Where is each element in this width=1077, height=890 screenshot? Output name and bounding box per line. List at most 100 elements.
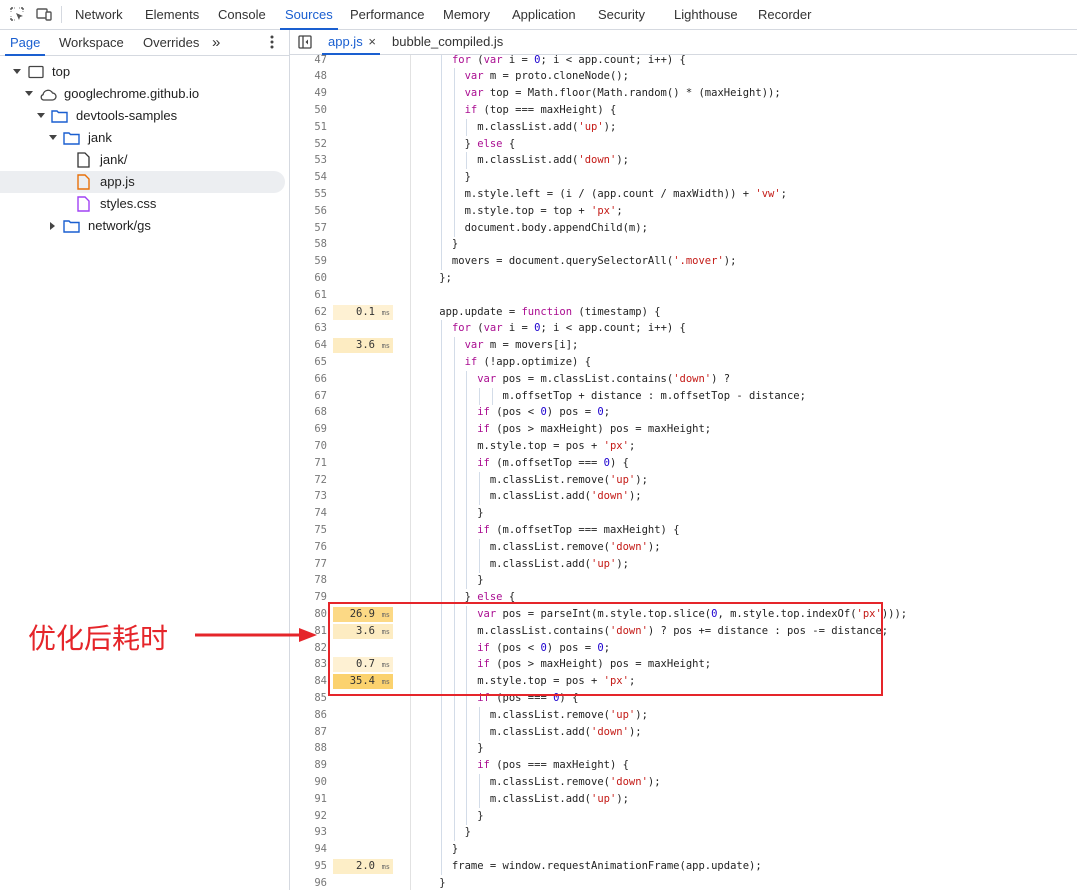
code-line[interactable]: 63 for (var i = 0; i < app.count; i++) { — [290, 320, 1077, 338]
code-line[interactable]: 48 var m = proto.cloneNode(); — [290, 68, 1077, 86]
code-line[interactable]: 62 0.1 ms app.update = function (timestamp… — [290, 304, 1077, 321]
line-number[interactable]: 63 — [290, 320, 327, 337]
code-line[interactable]: 92 } — [290, 807, 1077, 825]
close-tab-icon[interactable]: × — [368, 34, 376, 49]
line-number[interactable]: 67 — [290, 388, 327, 405]
line-number[interactable]: 68 — [290, 404, 327, 421]
code-line[interactable]: 71 if (m.offsetTop === 0) { — [290, 454, 1077, 472]
code-line[interactable]: 68 if (pos < 0) pos = 0; — [290, 404, 1077, 422]
line-number[interactable]: 89 — [290, 757, 327, 774]
line-number[interactable]: 79 — [290, 589, 327, 606]
expand-arrow-icon[interactable] — [13, 69, 21, 74]
toggle-navigator-icon[interactable] — [298, 30, 312, 54]
tab-memory[interactable]: Memory — [443, 0, 490, 29]
tree-item-file[interactable]: styles.css — [0, 193, 285, 215]
tab-application[interactable]: Application — [512, 0, 576, 29]
code-line[interactable]: 87 m.classList.add('down'); — [290, 723, 1077, 741]
code-line[interactable]: 88 } — [290, 740, 1077, 758]
line-number[interactable]: 91 — [290, 791, 327, 808]
code-line[interactable]: 64 3.6 ms var m = movers[i]; — [290, 337, 1077, 355]
code-line[interactable]: 49 var top = Math.floor(Math.random() * … — [290, 85, 1077, 103]
code-line[interactable]: 78 } — [290, 572, 1077, 590]
tab-elements[interactable]: Elements — [145, 0, 199, 29]
line-number[interactable]: 78 — [290, 572, 327, 589]
line-number[interactable]: 96 — [290, 875, 327, 890]
tab-console[interactable]: Console — [218, 0, 266, 29]
tab-overrides[interactable]: Overrides — [143, 30, 199, 55]
line-number[interactable]: 49 — [290, 85, 327, 102]
line-number[interactable]: 70 — [290, 438, 327, 455]
tab-performance[interactable]: Performance — [350, 0, 424, 29]
tab-network[interactable]: Network — [75, 0, 123, 29]
code-line[interactable]: 55 m.style.left = (i / (app.count / maxW… — [290, 185, 1077, 203]
line-number[interactable]: 76 — [290, 539, 327, 556]
code-line[interactable]: 59 movers = document.querySelectorAll('.… — [290, 253, 1077, 271]
code-line[interactable]: 50 if (top === maxHeight) { — [290, 101, 1077, 119]
tab-recorder[interactable]: Recorder — [758, 0, 811, 29]
line-number[interactable]: 58 — [290, 236, 327, 253]
line-number[interactable]: 48 — [290, 68, 327, 85]
line-number[interactable]: 72 — [290, 472, 327, 489]
tab-lighthouse[interactable]: Lighthouse — [674, 0, 738, 29]
code-line[interactable]: 52 } else { — [290, 135, 1077, 153]
tree-item-folder[interactable]: devtools-samples — [0, 105, 285, 127]
more-tabs-icon[interactable]: » — [212, 30, 220, 55]
collapse-arrow-icon[interactable] — [50, 222, 55, 230]
line-number[interactable]: 51 — [290, 119, 327, 136]
line-number[interactable]: 52 — [290, 136, 327, 153]
code-line[interactable]: 89 if (pos === maxHeight) { — [290, 757, 1077, 775]
line-number[interactable]: 61 — [290, 287, 327, 304]
code-line[interactable]: 54 } — [290, 169, 1077, 187]
tree-item-domain[interactable]: googlechrome.github.io — [0, 83, 285, 105]
line-number[interactable]: 54 — [290, 169, 327, 186]
code-line[interactable]: 93 } — [290, 824, 1077, 842]
line-number[interactable]: 83 — [290, 656, 327, 673]
code-line[interactable]: 69 if (pos > maxHeight) pos = maxHeight; — [290, 421, 1077, 439]
tab-page[interactable]: Page — [4, 30, 46, 56]
inspect-element-icon[interactable] — [9, 6, 25, 22]
line-number[interactable]: 73 — [290, 488, 327, 505]
expand-arrow-icon[interactable] — [25, 91, 33, 96]
code-line[interactable]: 57 document.body.appendChild(m); — [290, 219, 1077, 237]
line-number[interactable]: 84 — [290, 673, 327, 690]
line-number[interactable]: 59 — [290, 253, 327, 270]
line-number[interactable]: 65 — [290, 354, 327, 371]
code-line[interactable]: 94 } — [290, 841, 1077, 859]
line-number[interactable]: 62 — [290, 304, 327, 321]
tree-item-folder[interactable]: network/gs — [0, 215, 285, 237]
code-line[interactable]: 65 if (!app.optimize) { — [290, 353, 1077, 371]
code-line[interactable]: 95 2.0 ms frame = window.requestAnimationF… — [290, 857, 1077, 875]
code-line[interactable]: 74 } — [290, 505, 1077, 523]
line-number[interactable]: 93 — [290, 824, 327, 841]
line-number[interactable]: 85 — [290, 690, 327, 707]
line-number[interactable]: 80 — [290, 606, 327, 623]
code-line[interactable]: 77 m.classList.add('up'); — [290, 555, 1077, 573]
code-line[interactable]: 86 m.classList.remove('up'); — [290, 706, 1077, 724]
code-line[interactable]: 56 m.style.top = top + 'px'; — [290, 202, 1077, 220]
line-number[interactable]: 86 — [290, 707, 327, 724]
code-line[interactable]: 75 if (m.offsetTop === maxHeight) { — [290, 521, 1077, 539]
line-number[interactable]: 56 — [290, 203, 327, 220]
line-number[interactable]: 88 — [290, 740, 327, 757]
line-number[interactable]: 66 — [290, 371, 327, 388]
device-toolbar-icon[interactable] — [36, 6, 52, 22]
code-line[interactable]: 53 m.classList.add('down'); — [290, 152, 1077, 170]
line-number[interactable]: 71 — [290, 455, 327, 472]
more-options-icon[interactable] — [270, 30, 274, 55]
tab-app-js[interactable]: app.js × — [322, 30, 380, 55]
code-line[interactable]: 73 m.classList.add('down'); — [290, 488, 1077, 506]
line-number[interactable]: 64 — [290, 337, 327, 354]
code-view[interactable]: 47 for (var i = 0; i < app.count; i++) {… — [290, 30, 1077, 890]
code-line[interactable]: 61 — [290, 287, 1077, 304]
tab-sources[interactable]: Sources — [280, 0, 338, 30]
code-line[interactable]: 96 } — [290, 875, 1077, 890]
tab-workspace[interactable]: Workspace — [59, 30, 124, 55]
tree-item-file[interactable]: jank/ — [0, 149, 285, 171]
code-line[interactable]: 66 var pos = m.classList.contains('down'… — [290, 370, 1077, 388]
line-number[interactable]: 95 — [290, 858, 327, 875]
line-number[interactable]: 50 — [290, 102, 327, 119]
line-number[interactable]: 77 — [290, 556, 327, 573]
tab-bubble-compiled-js[interactable]: bubble_compiled.js — [392, 30, 503, 54]
tree-item-top[interactable]: top — [0, 61, 285, 83]
code-line[interactable]: 58 } — [290, 236, 1077, 254]
